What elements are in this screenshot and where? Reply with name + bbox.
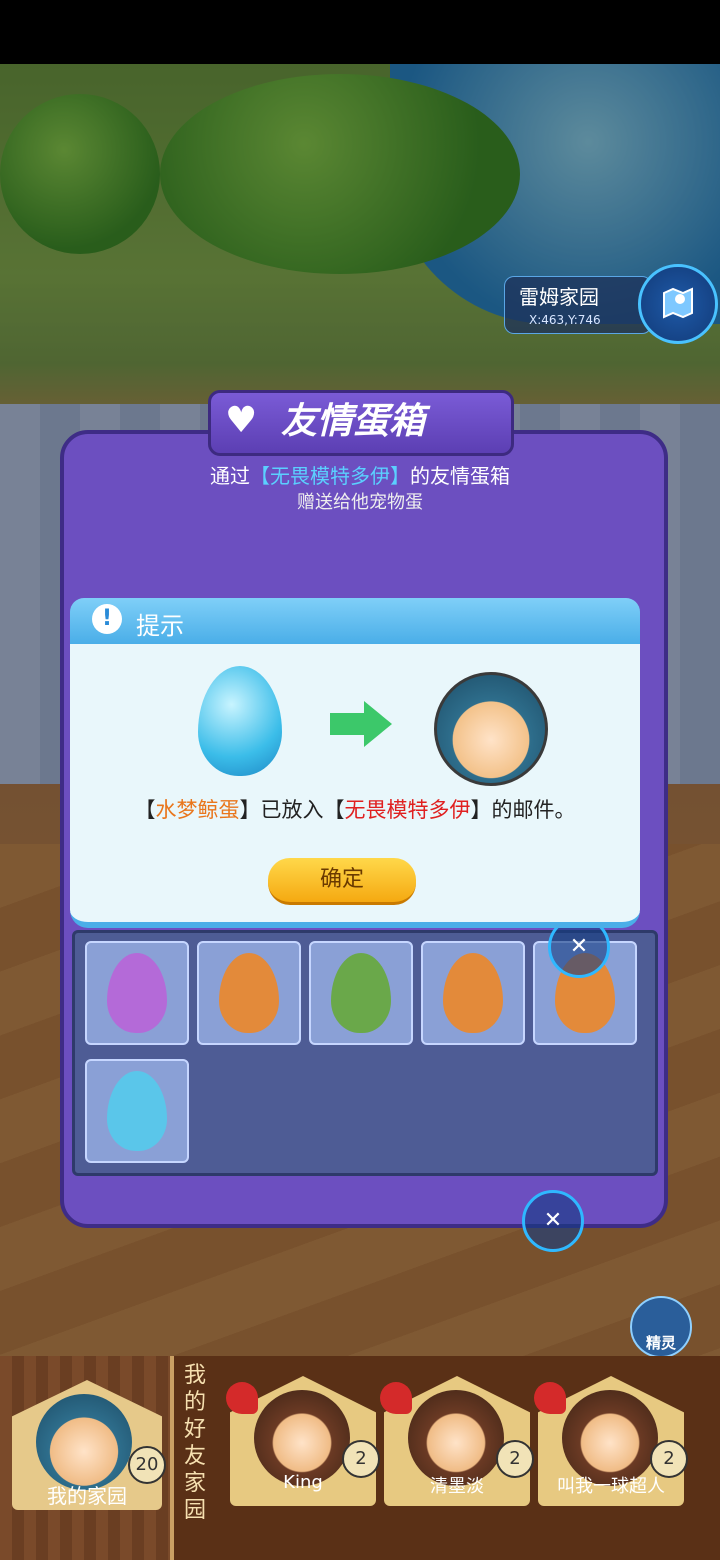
dialog-message: 【水梦鲸蛋】已放入【无畏模特多伊】的邮件。	[70, 794, 640, 824]
egg-slot[interactable]	[309, 941, 413, 1045]
flag-icon	[380, 1382, 412, 1414]
egg-box-subtitle: 赠送给他宠物蛋	[297, 492, 423, 513]
msg-part: 】已放入【	[239, 798, 345, 822]
my-home-card[interactable]: 20 我的家园	[12, 1380, 166, 1510]
flag-icon	[534, 1382, 566, 1414]
location-box: 雷姆家园 X:463,Y:746	[504, 276, 652, 334]
alert-icon: !	[92, 604, 122, 634]
desc-suffix: 的友情蛋箱	[410, 464, 510, 488]
friend-name: King	[283, 1472, 323, 1493]
egg-box-title-ribbon: ♥ 友情蛋箱	[208, 390, 514, 456]
player-name: 无畏模特多伊	[344, 798, 471, 822]
location-panel: 雷姆家园 X:463,Y:746	[504, 264, 718, 344]
egg-box-description: 通过【无畏模特多伊】的友情蛋箱	[170, 460, 550, 489]
egg-slot[interactable]	[421, 941, 525, 1045]
desc-player-name: 【无畏模特多伊】	[250, 464, 410, 488]
dialog-title: 提示	[136, 612, 184, 640]
msg-part: 【	[134, 798, 156, 822]
flag-icon	[226, 1382, 258, 1414]
confirm-button[interactable]: 确定	[268, 858, 416, 905]
msg-part: 】的邮件。	[470, 798, 576, 822]
player-avatar	[434, 672, 548, 786]
close-icon: ✕	[543, 1208, 563, 1233]
egg-slot[interactable]	[85, 1059, 189, 1163]
visit-count-badge: 20	[128, 1446, 166, 1484]
my-home-label: 我的家园	[47, 1484, 127, 1508]
blue-whale-egg-icon	[107, 1071, 167, 1151]
heart-icon: ♥	[225, 400, 258, 441]
location-coords: X:463,Y:746	[529, 313, 601, 327]
close-button[interactable]: ✕	[522, 1190, 584, 1252]
whale-egg-icon	[198, 666, 282, 776]
green-egg-icon	[331, 953, 391, 1033]
friend-home-card[interactable]: 2 清墨淡	[380, 1376, 534, 1506]
map-button[interactable]	[638, 264, 718, 344]
friend-name: 叫我一球超人	[557, 1476, 665, 1497]
confirm-label: 确定	[319, 867, 364, 892]
egg-slot[interactable]	[85, 941, 189, 1045]
dialog-body: 【水梦鲸蛋】已放入【无畏模特多伊】的邮件。 确定	[70, 644, 640, 928]
desc-prefix: 通过	[210, 464, 250, 488]
orange-egg-icon	[219, 953, 279, 1033]
sprite-label: 精灵	[645, 1334, 676, 1352]
location-name: 雷姆家园	[519, 285, 599, 309]
friends-title: 我的好友家园	[184, 1363, 207, 1523]
egg-slot[interactable]	[197, 941, 301, 1045]
purple-winged-egg-icon	[107, 953, 167, 1033]
tip-dialog: ! 提示 【水梦鲸蛋】已放入【无畏模特多伊】的邮件。 确定	[70, 598, 640, 928]
friend-home-card[interactable]: 2 叫我一球超人	[534, 1376, 688, 1506]
friend-home-card[interactable]: 2 King	[226, 1376, 380, 1506]
sprite-button[interactable]: 精灵	[630, 1296, 692, 1358]
friends-homes: 我的好友家园 2 King 2 清墨淡 2 叫我一球超人	[170, 1356, 720, 1560]
dialog-header: ! 提示	[70, 598, 640, 644]
egg-box-title: 友情蛋箱	[281, 401, 426, 442]
orange-egg-icon	[443, 953, 503, 1033]
egg-name: 水梦鲸蛋	[155, 798, 240, 822]
friend-name: 清墨淡	[430, 1476, 484, 1497]
avatar	[36, 1394, 132, 1490]
map-icon	[663, 287, 693, 319]
arrow-right-icon	[330, 701, 392, 747]
